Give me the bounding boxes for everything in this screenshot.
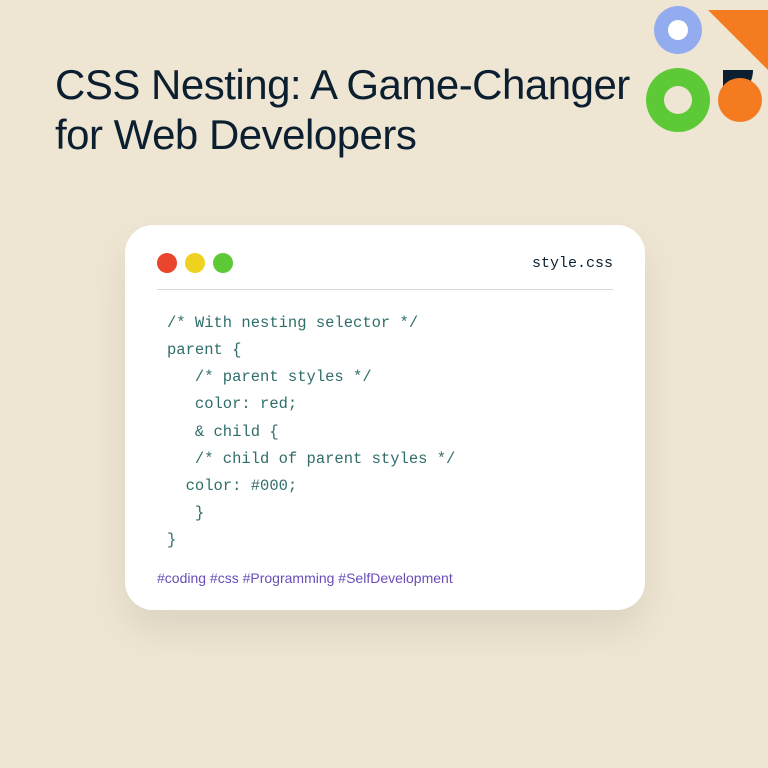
- card-header: style.css: [157, 253, 613, 290]
- close-icon: [157, 253, 177, 273]
- maximize-icon: [213, 253, 233, 273]
- code-block: /* With nesting selector */ parent { /* …: [157, 310, 613, 566]
- window-controls: [157, 253, 233, 273]
- hashtags: #coding #css #Programming #SelfDevelopme…: [157, 570, 613, 586]
- minimize-icon: [185, 253, 205, 273]
- page-title: CSS Nesting: A Game-Changer for Web Deve…: [55, 60, 635, 161]
- filename-label: style.css: [532, 255, 613, 272]
- code-card: style.css /* With nesting selector */ pa…: [125, 225, 645, 610]
